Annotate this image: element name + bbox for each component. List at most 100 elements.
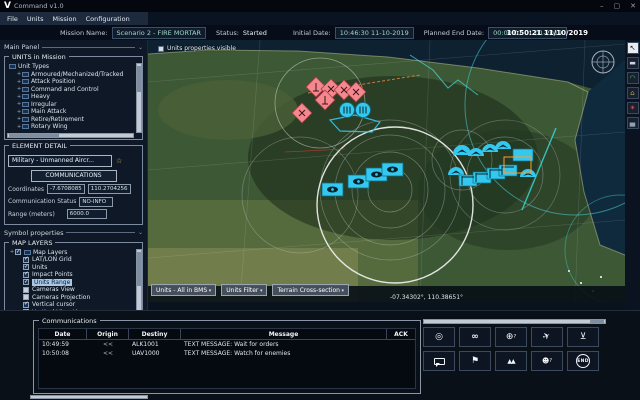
main-panel-header[interactable]: Main Panel [4,43,143,51]
chat-button[interactable] [423,351,455,371]
flag-point-button[interactable]: ⚑ [459,351,491,371]
units-all-in-bms-button[interactable]: Units - All in BMS [151,284,216,296]
tree-item-heavy[interactable]: Heavy [16,93,132,101]
missile-icon: ✈ [541,331,552,343]
col-message[interactable]: Message [181,329,387,339]
map-layers-vertical-scrollbar[interactable] [136,249,142,317]
layer-root[interactable]: Map Layers [9,249,132,257]
target-button[interactable]: ◎ [423,327,455,347]
terrain-tool-icon[interactable]: ⌂ [627,87,639,99]
tree-item-rotary-wing[interactable]: Rotary Wing [16,123,132,131]
status-value: Started [243,29,267,37]
table-row[interactable]: 10:49:59 << ALK1001 TEXT MESSAGE: Wait f… [39,340,415,349]
communications-button[interactable]: COMMUNICATIONS [31,170,117,182]
cell-origin: << [87,340,129,349]
map-point-button[interactable]: ▲▲ [495,351,527,371]
layer-units-range[interactable]: Units Range [23,279,132,287]
coordinate-lon-field[interactable]: 110.2704256 [88,184,131,194]
cell-origin: << [87,349,129,358]
map-layers-tree: Map Layers LAT/LON Grid Units Impact Poi… [7,249,140,317]
layer-cameras-view[interactable]: Cameras View [23,286,132,294]
tree-item-attack-position[interactable]: Attack Position [16,78,132,86]
folder-icon [22,79,29,84]
layer-checkbox[interactable] [23,272,29,278]
layer-checkbox[interactable] [23,279,29,285]
layer-impact-points[interactable]: Impact Points [23,271,132,279]
units-tree-horizontal-scrollbar[interactable] [7,133,134,138]
binoculars-icon: ∞ [471,332,479,342]
table-row[interactable]: 10:50:08 << UAV1000 TEXT MESSAGE: Watch … [39,349,415,358]
element-selector[interactable]: Military - Unmanned Aircr... [8,155,112,167]
col-ack[interactable]: ACK [387,329,415,339]
comm-status-label: Communication Status [8,198,76,205]
tree-item-armoured[interactable]: Armoured/Mechanized/Tracked [16,71,132,79]
cursor-coordinates: -07.34302°, 110.38651° [390,294,463,301]
menu-units[interactable]: Units [27,15,44,23]
folder-icon [22,94,29,99]
menu-mission[interactable]: Mission [53,15,77,23]
bottom-panel: Communications Date Origin Destiny Messa… [0,310,640,400]
minimize-button[interactable]: – [600,2,604,10]
communications-horizontal-scrollbar[interactable] [30,395,148,399]
folder-icon [22,117,29,122]
layer-latlon-grid[interactable]: LAT/LON Grid [23,256,132,264]
close-button[interactable]: ✕ [630,2,636,10]
units-group-title: UNITS in Mission [9,53,69,61]
coordinates-label: Coordinates [8,186,44,193]
folder-icon [22,124,29,129]
tree-item-irregular[interactable]: Irregular [16,101,132,109]
layer-checkbox[interactable] [23,264,29,270]
mission-name-value: Scenario 2 - FIRE MORTAR [112,27,206,39]
menu-bar: File Units Mission Configuration [0,12,640,25]
layer-checkbox[interactable] [23,257,29,263]
quick-actions-grid: ◎ ∞ ⊕? ✈ ⊻ ⚑ ▲▲ ☻? END [423,327,599,371]
col-origin[interactable]: Origin [87,329,129,339]
menu-file[interactable]: File [7,15,18,23]
tree-item-retire[interactable]: Retire/Retirement [16,116,132,124]
window-title: Command v1.0 [14,2,64,10]
recon-button[interactable]: ∞ [459,327,491,347]
favorite-star-icon[interactable]: ☆ [116,157,122,165]
range-field[interactable]: 6000.0 [67,209,107,219]
person-query-button[interactable]: ☻? [531,351,563,371]
planned-end-label: Planned End Date: [424,29,484,37]
units-filter-button[interactable]: Units Filter [221,284,267,296]
globe-query-button[interactable]: ⊕? [495,327,527,347]
maximize-button[interactable]: ▢ [614,2,621,10]
units-properties-checkbox[interactable] [158,46,164,52]
layer-cameras-projection[interactable]: Cameras Projection [23,294,132,302]
symbol-properties-header[interactable]: Symbol properties [4,229,143,237]
units-tree-vertical-scrollbar[interactable] [136,63,142,133]
layer-checkbox[interactable] [23,302,29,308]
landing-button[interactable]: ⊻ [567,327,599,347]
folder-icon [22,87,29,92]
coordinate-lat-field[interactable]: -7.6708085 [47,184,85,194]
cursor-tool-icon[interactable]: ↖ [627,42,639,54]
tree-item-main-attack[interactable]: Main Attack [16,108,132,116]
signal-tool-icon[interactable]: ◠ [627,72,639,84]
col-destiny[interactable]: Destiny [129,329,181,339]
fire-mission-button[interactable]: ✈ [531,327,563,347]
end-mission-button[interactable]: END [567,351,599,371]
col-date[interactable]: Date [39,329,87,339]
tree-item-unit-types[interactable]: Unit Types [9,63,132,71]
mission-info-bar: Mission Name: Scenario 2 - FIRE MORTAR S… [0,25,640,40]
layer-vertical-cursor[interactable]: Vertical cursor [23,301,132,309]
actions-horizontal-scrollbar[interactable] [423,319,606,324]
measure-tool-icon[interactable]: ▬ [627,57,639,69]
units-properties-toggle[interactable]: Units properties visible [158,45,236,52]
menu-configuration[interactable]: Configuration [86,15,130,23]
communications-table[interactable]: Date Origin Destiny Message ACK 10:49:59… [38,328,416,389]
map-canvas[interactable] [148,40,625,302]
vehicle-tool-icon[interactable]: ▄ [627,117,639,129]
terrain-cross-section-button[interactable]: Terrain Cross-section [272,284,349,296]
layer-checkbox[interactable] [23,287,29,293]
plain-friendly-unit [513,149,533,161]
tree-item-command-control[interactable]: Command and Control [16,86,132,94]
map-viewport[interactable]: Units properties visible Units - All in … [148,40,625,302]
layer-units[interactable]: Units [23,264,132,272]
compass-icon[interactable] [592,51,614,73]
layer-checkbox[interactable] [15,249,21,255]
network-tool-icon[interactable]: ✶ [627,102,639,114]
layer-checkbox[interactable] [23,294,29,300]
